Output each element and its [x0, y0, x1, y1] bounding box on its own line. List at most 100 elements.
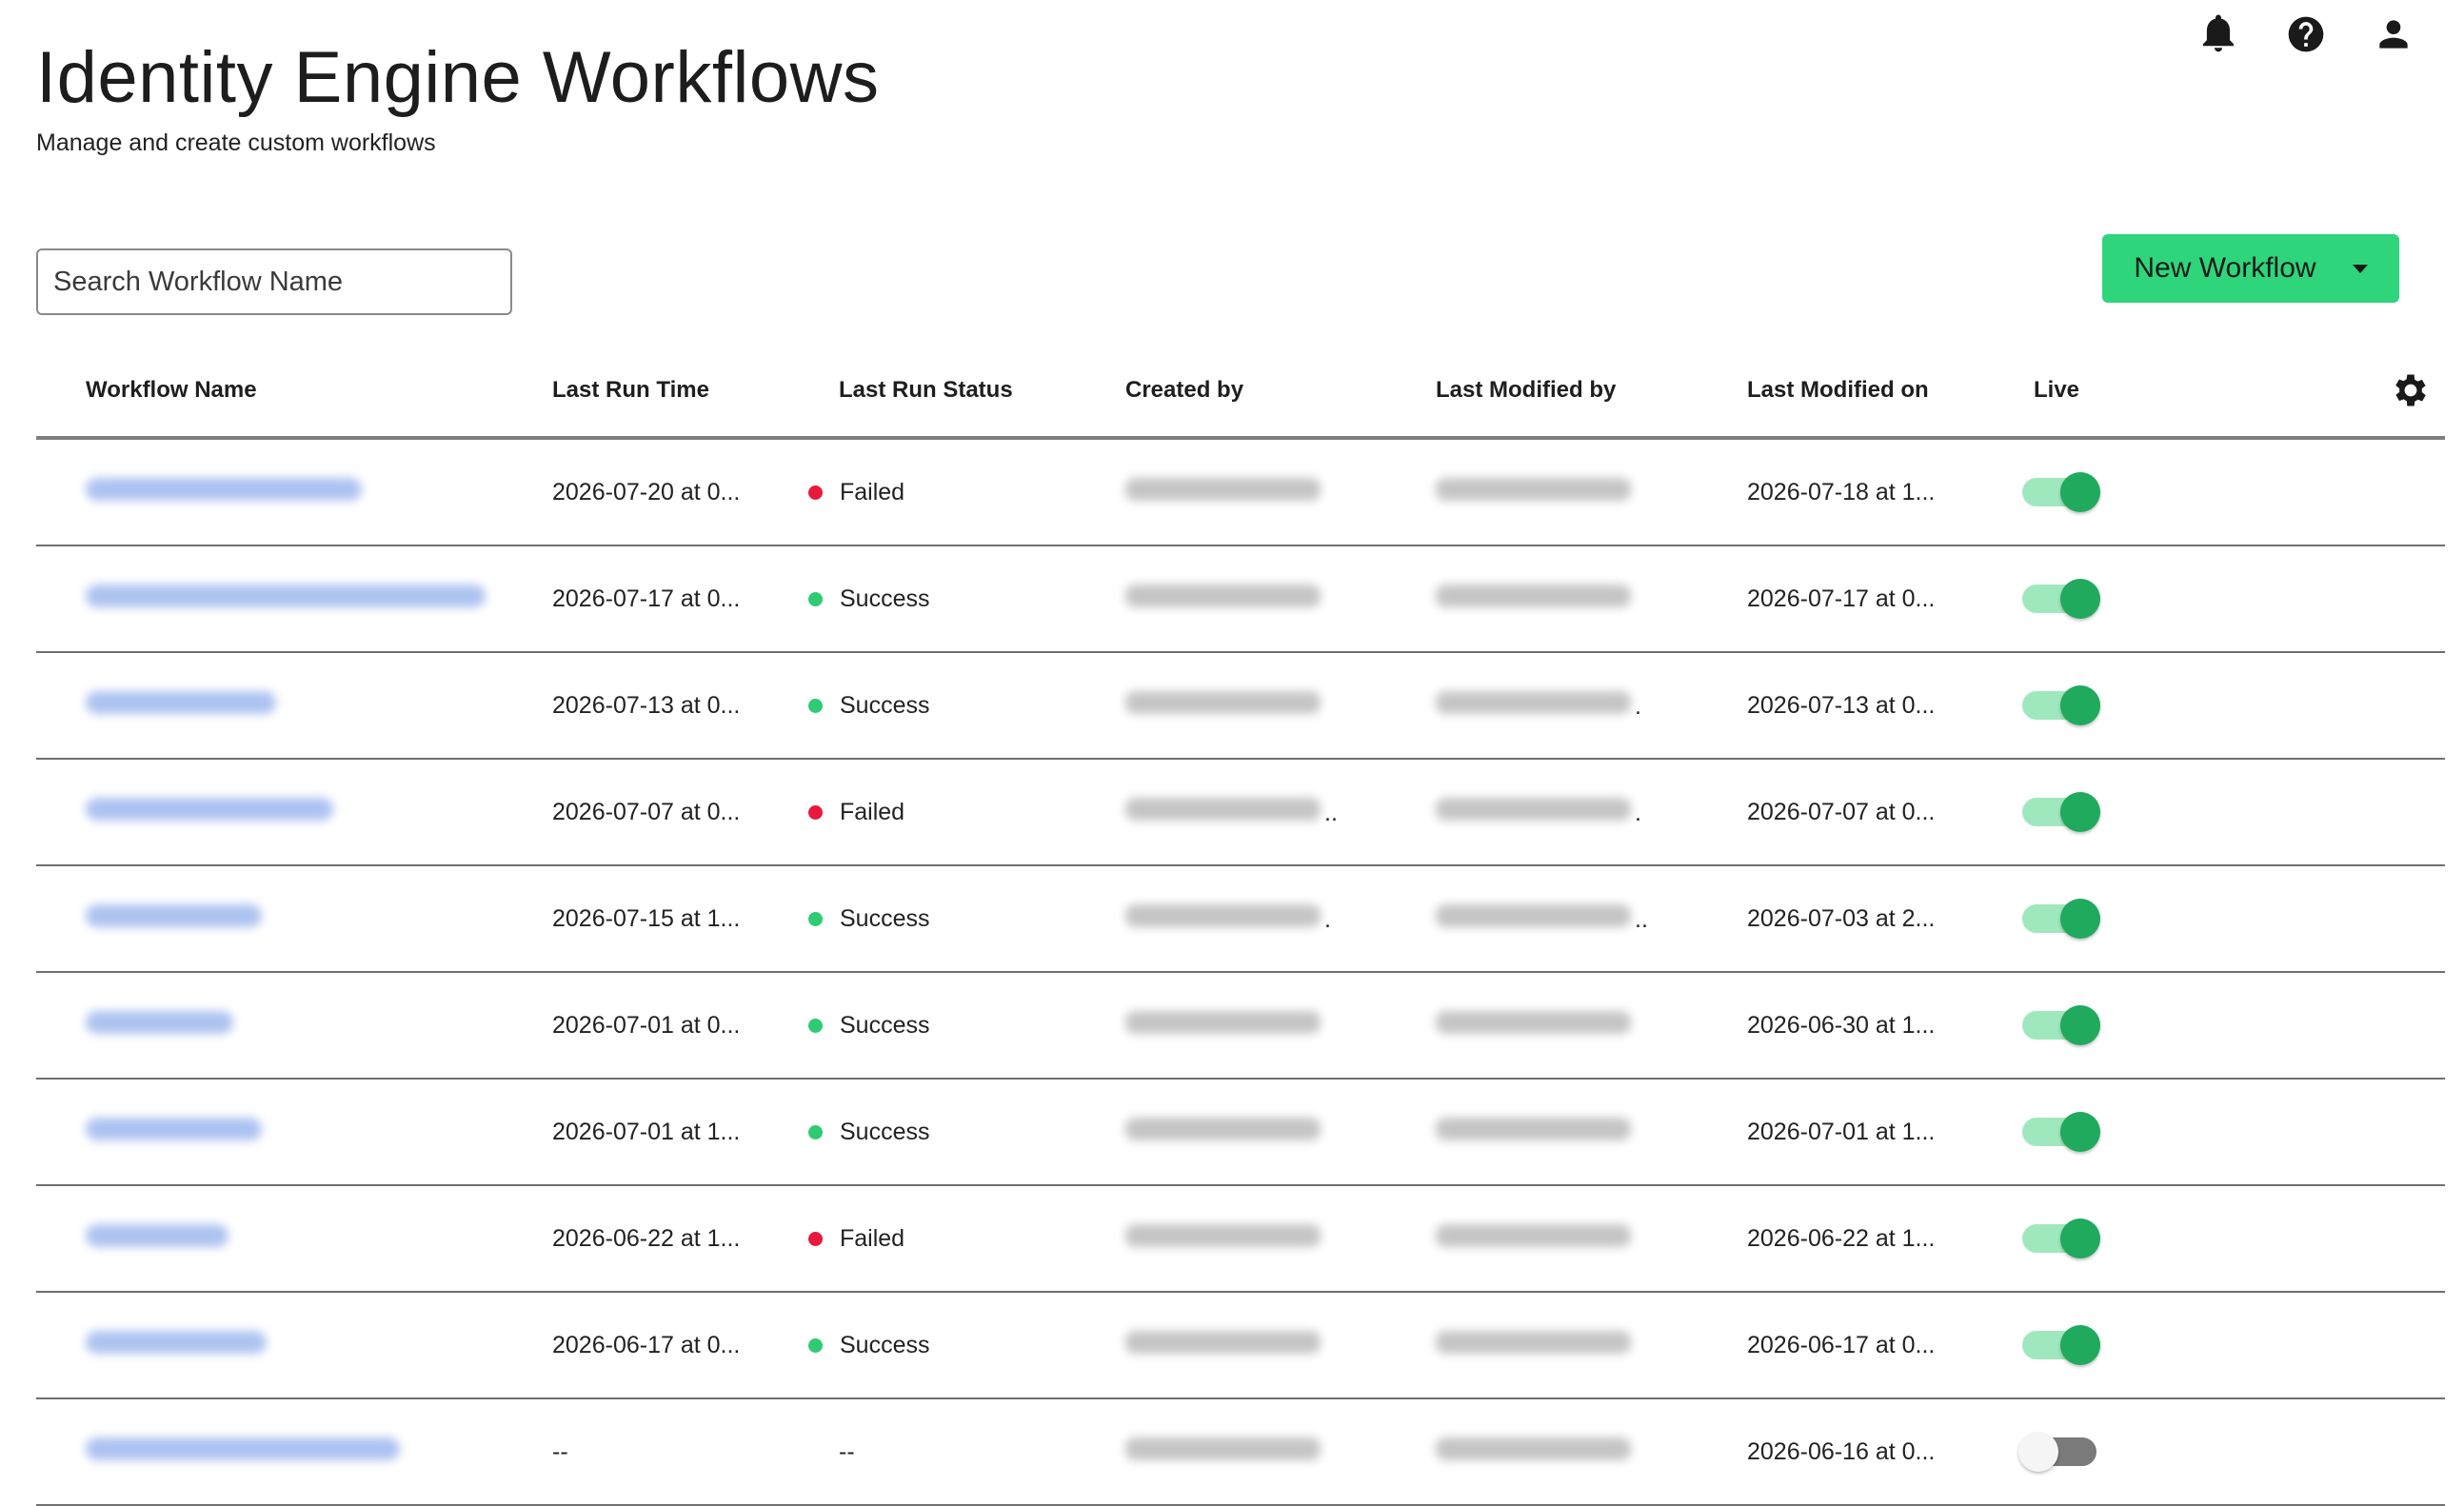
redacted-user: [1125, 1117, 1321, 1140]
redacted-workflow-name: [86, 903, 262, 927]
created-by-trail: ..: [1324, 799, 1338, 826]
workflow-name-link[interactable]: [86, 690, 276, 721]
live-toggle[interactable]: [2022, 1005, 2100, 1045]
last-modified-by: [1436, 1010, 1635, 1040]
status-text: Success: [840, 904, 930, 932]
column-header-last-modified-by[interactable]: Last Modified by: [1436, 377, 1616, 404]
column-header-last-run-status[interactable]: Last Run Status: [839, 377, 1013, 404]
table-row[interactable]: 2026-07-20 at 0... Failed 2026-07-18 at …: [36, 440, 2445, 546]
workflow-name-link[interactable]: [86, 477, 362, 507]
redacted-workflow-name: [86, 1117, 262, 1140]
live-toggle[interactable]: [2018, 1432, 2096, 1472]
user-icon[interactable]: [2371, 11, 2416, 57]
redacted-user: [1125, 690, 1321, 714]
table-row[interactable]: 2026-06-17 at 0... Success 2026-06-17 at…: [36, 1293, 2445, 1399]
last-run-time: 2026-06-22 at 1...: [552, 1224, 741, 1252]
redacted-user: [1436, 584, 1631, 607]
created-by: [1125, 690, 1324, 721]
last-run-status: Success: [808, 1118, 930, 1146]
last-run-status: Failed: [808, 799, 904, 826]
last-modified-by: ..: [1436, 903, 1648, 934]
caret-down-icon[interactable]: [2352, 264, 2368, 273]
workflow-name-link[interactable]: [86, 1010, 233, 1040]
created-by: ..: [1125, 797, 1338, 827]
status-text: Success: [840, 1011, 930, 1039]
last-modified-on: 2026-06-30 at 1...: [1747, 1011, 1936, 1039]
workflow-name-link[interactable]: [86, 1223, 229, 1254]
last-modified-by: [1436, 1117, 1635, 1147]
workflow-name-link[interactable]: [86, 903, 262, 934]
created-by: [1125, 1437, 1324, 1467]
modified-by-trail: .: [1635, 799, 1641, 826]
page-title: Identity Engine Workflows: [36, 37, 880, 118]
live-toggle[interactable]: [2022, 472, 2100, 512]
redacted-user: [1436, 903, 1631, 927]
table-row[interactable]: 2026-07-17 at 0... Success 2026-07-17 at…: [36, 546, 2445, 653]
column-header-workflow-name[interactable]: Workflow Name: [86, 377, 257, 404]
toggle-knob: [2060, 792, 2100, 832]
status-text: Success: [840, 1118, 930, 1145]
live-toggle[interactable]: [2022, 792, 2100, 832]
created-by-trail: .: [1324, 905, 1331, 933]
status-dot-icon: [808, 1018, 823, 1033]
redacted-user: [1436, 1117, 1631, 1140]
gear-icon[interactable]: [2390, 369, 2432, 411]
table-row[interactable]: 2026-07-01 at 1... Success 2026-07-01 at…: [36, 1080, 2445, 1186]
toggle-knob: [2060, 1325, 2100, 1365]
status-dot-icon: [808, 591, 823, 606]
last-modified-on: 2026-07-13 at 0...: [1747, 691, 1936, 719]
bell-icon[interactable]: [2196, 11, 2241, 57]
redacted-user: [1436, 1330, 1631, 1354]
workflow-name-link[interactable]: [86, 584, 486, 614]
last-modified-by: [1436, 584, 1635, 614]
page-header: Identity Engine Workflows Manage and cre…: [36, 36, 880, 157]
live-toggle[interactable]: [2022, 685, 2100, 725]
search-input[interactable]: [36, 248, 512, 315]
redacted-workflow-name: [86, 1223, 229, 1247]
status-dot-icon: [808, 804, 823, 820]
toggle-knob: [2060, 899, 2100, 939]
status-dot-icon: [808, 698, 823, 713]
workflow-name-link[interactable]: [86, 797, 333, 827]
table-row[interactable]: 2026-07-07 at 0... Failed .. . 2026-07-0…: [36, 760, 2445, 866]
created-by: [1125, 1330, 1324, 1360]
toggle-knob: [2060, 1112, 2100, 1152]
live-toggle[interactable]: [2022, 1219, 2100, 1258]
column-header-live[interactable]: Live: [2034, 377, 2079, 404]
status-dot-icon: [808, 1124, 823, 1139]
live-toggle[interactable]: [2022, 1325, 2100, 1365]
live-toggle[interactable]: [2022, 1112, 2100, 1152]
last-run-time: 2026-07-17 at 0...: [552, 585, 741, 612]
new-workflow-button[interactable]: New Workflow: [2102, 234, 2399, 303]
redacted-user: [1436, 1437, 1631, 1460]
last-modified-by: [1436, 1223, 1635, 1254]
toggle-knob: [2060, 1219, 2100, 1258]
status-dot-icon: [808, 1338, 823, 1353]
last-run-status: Failed: [808, 1224, 905, 1253]
created-by: .: [1125, 903, 1331, 934]
table-row[interactable]: 2026-07-01 at 0... Success 2026-06-30 at…: [36, 973, 2445, 1080]
created-by: [1125, 477, 1324, 507]
table-row[interactable]: 2026-06-22 at 1... Failed 2026-06-22 at …: [36, 1186, 2445, 1293]
table-row[interactable]: -- -- 2026-06-16 at 0...: [36, 1399, 2445, 1506]
workflow-name-link[interactable]: [86, 1330, 267, 1360]
last-run-time: 2026-07-13 at 0...: [552, 691, 741, 719]
redacted-workflow-name: [86, 1010, 233, 1034]
table-row[interactable]: 2026-07-13 at 0... Success . 2026-07-13 …: [36, 653, 2445, 760]
workflow-name-link[interactable]: [86, 1437, 400, 1467]
column-header-created-by[interactable]: Created by: [1125, 377, 1243, 404]
table-row[interactable]: 2026-07-15 at 1... Success . .. 2026-07-…: [36, 866, 2445, 973]
help-icon[interactable]: [2283, 11, 2329, 57]
column-header-last-run-time[interactable]: Last Run Time: [552, 377, 709, 404]
live-toggle[interactable]: [2022, 579, 2100, 619]
last-modified-by: [1436, 1437, 1635, 1467]
last-modified-on: 2026-07-17 at 0...: [1747, 585, 1936, 612]
redacted-workflow-name: [86, 690, 276, 714]
redacted-user: [1125, 1330, 1321, 1354]
live-toggle[interactable]: [2022, 899, 2100, 939]
redacted-workflow-name: [86, 1330, 267, 1354]
status-text: Failed: [840, 1224, 905, 1252]
workflow-name-link[interactable]: [86, 1117, 262, 1147]
column-header-last-modified-on[interactable]: Last Modified on: [1747, 377, 1929, 404]
redacted-user: [1125, 1437, 1321, 1460]
